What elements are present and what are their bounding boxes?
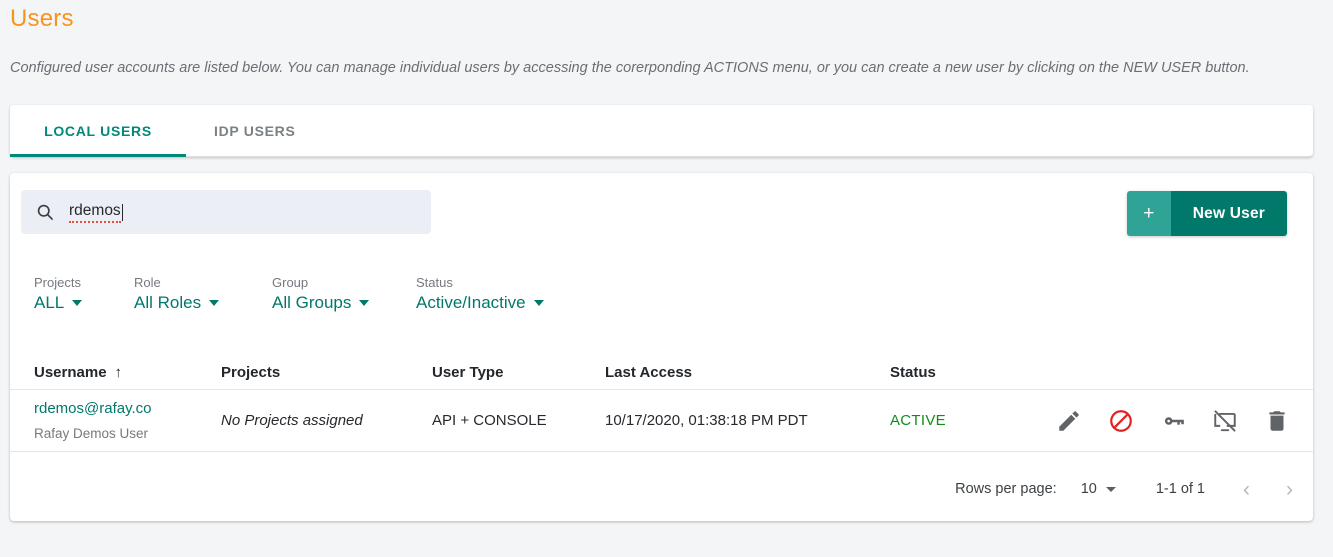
rows-per-page-select[interactable]: 10: [1081, 481, 1116, 497]
filter-status-value[interactable]: Active/Inactive: [416, 293, 544, 313]
search-input[interactable]: rdemos: [21, 190, 431, 234]
tab-idp-users[interactable]: IDP USERS: [186, 105, 324, 156]
users-card: rdemos + New User Projects ALL Role All …: [10, 173, 1313, 521]
pagination: Rows per page: 10 1-1 of 1 ‹ ›: [955, 469, 1293, 509]
chevron-down-icon: [209, 300, 220, 306]
filter-group[interactable]: Group All Groups: [272, 275, 402, 313]
table-header-row: Username ↑ Projects User Type Last Access…: [10, 356, 1313, 390]
filter-projects-label: Projects: [34, 275, 81, 290]
chevron-down-icon: [533, 300, 544, 306]
rows-per-page-value: 10: [1080, 481, 1097, 497]
tab-idp-users-label: IDP USERS: [214, 122, 296, 139]
filter-projects[interactable]: Projects ALL: [34, 275, 120, 313]
new-user-button[interactable]: + New User: [1126, 191, 1287, 236]
next-page-button[interactable]: ›: [1286, 479, 1293, 500]
filter-projects-value[interactable]: ALL: [34, 293, 120, 313]
filter-role-label: Role: [134, 275, 161, 290]
column-header-last-access[interactable]: Last Access: [605, 364, 890, 381]
tab-local-users-label: LOCAL USERS: [44, 122, 152, 139]
search-icon: [37, 204, 53, 220]
chevron-down-icon: [359, 300, 370, 306]
filter-status[interactable]: Status Active/Inactive: [416, 275, 544, 313]
filter-group-label: Group: [272, 275, 309, 290]
key-icon[interactable]: [1160, 408, 1186, 434]
block-icon[interactable]: [1108, 408, 1134, 434]
user-fullname: Rafay Demos User: [34, 426, 149, 441]
filter-status-label: Status: [416, 275, 453, 290]
last-access-value: 10/17/2020, 01:38:18 PM PDT: [605, 411, 808, 429]
filter-role-value[interactable]: All Roles: [134, 293, 258, 313]
column-header-projects[interactable]: Projects: [221, 364, 432, 381]
page-description: Configured user accounts are listed belo…: [10, 60, 1250, 76]
cell-status: ACTIVE: [890, 412, 1056, 430]
text-caret: [121, 203, 123, 221]
previous-page-button[interactable]: ‹: [1243, 479, 1250, 500]
filter-role-selected: All Roles: [134, 293, 202, 312]
new-user-button-label: New User: [1170, 191, 1287, 236]
delete-icon[interactable]: [1264, 408, 1290, 434]
cell-user-type: API + CONSOLE: [432, 412, 605, 430]
tab-local-users[interactable]: LOCAL USERS: [10, 105, 186, 157]
cell-actions: [1056, 408, 1313, 434]
column-header-user-type[interactable]: User Type: [432, 364, 605, 381]
edit-icon[interactable]: [1056, 408, 1082, 434]
filter-group-selected: All Groups: [272, 293, 352, 312]
page-title: Users: [10, 5, 74, 32]
column-header-status[interactable]: Status: [890, 364, 1056, 381]
filter-status-selected: Active/Inactive: [416, 293, 526, 312]
table-row: rdemos@rafay.co Rafay Demos User No Proj…: [10, 390, 1313, 452]
users-page: Users Configured user accounts are liste…: [0, 0, 1333, 557]
column-header-username[interactable]: Username ↑: [34, 364, 221, 381]
chevron-down-icon: [1105, 486, 1116, 492]
cell-last-access: 10/17/2020, 01:38:18 PM PDT: [605, 412, 890, 430]
user-email-link[interactable]: rdemos@rafay.co: [34, 400, 221, 417]
users-table: Username ↑ Projects User Type Last Access…: [10, 356, 1313, 452]
tabs-bar: LOCAL USERS IDP USERS: [10, 105, 1313, 157]
filter-group-value[interactable]: All Groups: [272, 293, 402, 313]
sort-ascending-icon: ↑: [114, 364, 123, 381]
user-type-value: API + CONSOLE: [432, 411, 547, 429]
rows-per-page-label: Rows per page:: [955, 481, 1057, 497]
cell-username: rdemos@rafay.co Rafay Demos User: [34, 400, 221, 441]
filter-role[interactable]: Role All Roles: [134, 275, 258, 313]
filters-bar: Projects ALL Role All Roles Group All Gr…: [34, 275, 558, 313]
chevron-down-icon: [72, 300, 83, 306]
projects-value: No Projects assigned: [221, 411, 363, 429]
column-header-username-label: Username: [34, 364, 107, 381]
plus-icon: +: [1126, 191, 1171, 236]
cell-projects: No Projects assigned: [221, 412, 432, 430]
row-action-buttons: [1056, 408, 1313, 434]
filter-projects-selected: ALL: [34, 293, 65, 312]
screen-off-icon[interactable]: [1212, 408, 1238, 434]
pagination-range: 1-1 of 1: [1155, 481, 1205, 497]
search-input-value: rdemos: [69, 202, 121, 223]
status-badge: ACTIVE: [890, 411, 946, 429]
